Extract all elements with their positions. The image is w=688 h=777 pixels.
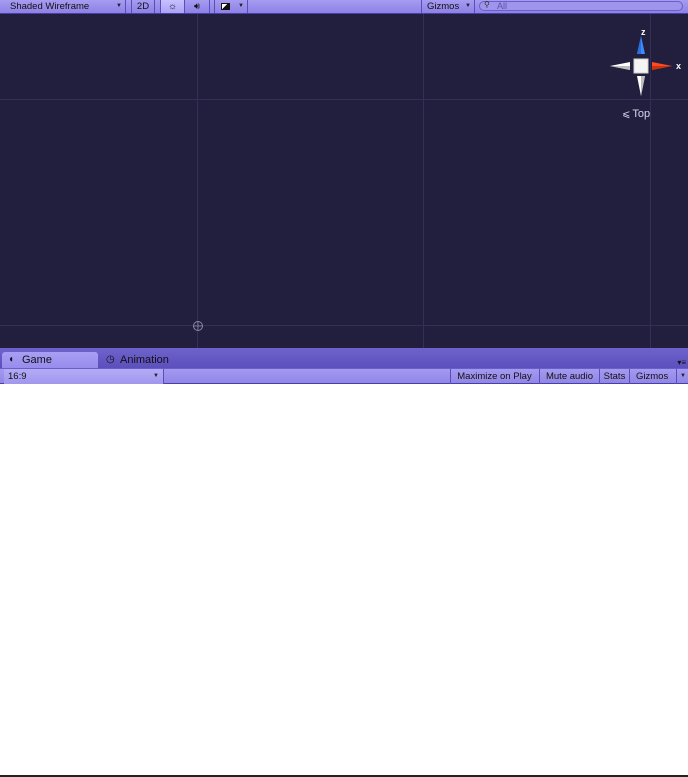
- draw-mode-dropdown[interactable]: Shaded Wireframe ▼: [0, 0, 126, 13]
- tab-game-label: Game: [22, 354, 52, 366]
- chevron-down-icon: ▼: [465, 3, 471, 9]
- grid-line: [423, 14, 424, 348]
- mute-audio-toggle[interactable]: Mute audio: [539, 369, 599, 384]
- game-gizmos-label: Gizmos: [636, 371, 669, 382]
- speaker-icon: 🔊︎: [194, 1, 200, 12]
- audio-toggle-button[interactable]: 🔊︎: [185, 0, 210, 13]
- perspective-icon: ⩽: [622, 109, 631, 120]
- scene-viewport[interactable]: z x ⩽ Top: [0, 14, 688, 348]
- gizmos-dropdown[interactable]: Gizmos ▼: [421, 0, 475, 13]
- chevron-down-icon: ▼: [153, 373, 159, 379]
- gizmo-x-label: x: [676, 61, 682, 71]
- game-tab-bar: ◖ Game ◷ Animation ▾≡: [0, 348, 688, 368]
- tab-animation-label: Animation: [120, 354, 169, 366]
- draw-mode-label: Shaded Wireframe: [10, 1, 90, 12]
- origin-marker-icon: [193, 321, 203, 331]
- grid-line: [197, 14, 198, 348]
- scene-toolbar: Shaded Wireframe ▼ 2D ☼ 🔊︎ ▼ Gizmos ▼ ⚲ …: [0, 0, 688, 14]
- effects-dropdown[interactable]: ▼: [214, 0, 248, 13]
- gizmo-z-label: z: [641, 27, 646, 37]
- gizmos-label: Gizmos: [427, 1, 460, 12]
- grid-line: [0, 99, 688, 100]
- aspect-ratio-dropdown[interactable]: 16:9 ▼: [4, 369, 164, 384]
- panel-menu-icon[interactable]: ▾≡: [677, 358, 686, 367]
- mute-audio-label: Mute audio: [545, 371, 593, 382]
- search-placeholder: All: [497, 1, 508, 11]
- aspect-ratio-label: 16:9: [8, 371, 27, 382]
- chevron-down-icon: ▼: [238, 3, 244, 9]
- chevron-down-icon: ▼: [116, 3, 122, 9]
- tab-animation[interactable]: ◷ Animation: [100, 352, 210, 368]
- game-toolbar: 16:9 ▼ Maximize on Play Mute audio Stats…: [0, 368, 688, 384]
- search-icon: ⚲: [484, 0, 490, 9]
- 2d-toggle-button[interactable]: 2D: [131, 0, 155, 13]
- view-orientation-label[interactable]: ⩽ Top: [622, 108, 650, 120]
- clock-icon: ◷: [106, 354, 115, 365]
- 2d-toggle-label: 2D: [136, 1, 150, 12]
- tab-game[interactable]: ◖ Game: [2, 352, 98, 368]
- stats-toggle[interactable]: Stats: [599, 369, 629, 384]
- chevron-down-icon: ▼: [676, 369, 686, 384]
- game-gizmos-dropdown[interactable]: Gizmos ▼: [629, 369, 688, 384]
- grid-line: [0, 325, 688, 326]
- game-viewport[interactable]: [0, 384, 688, 775]
- search-input[interactable]: ⚲ All: [479, 0, 683, 11]
- stats-label: Stats: [603, 371, 626, 382]
- axis-gizmo-icon: [610, 36, 672, 96]
- view-orientation-text: Top: [632, 108, 651, 120]
- maximize-on-play-label: Maximize on Play: [457, 371, 532, 382]
- maximize-on-play-toggle[interactable]: Maximize on Play: [450, 369, 538, 384]
- lighting-toggle-button[interactable]: ☼: [160, 0, 185, 13]
- image-icon: [221, 3, 230, 10]
- sun-icon: ☼: [168, 1, 177, 12]
- pacman-icon: ◖: [8, 354, 15, 365]
